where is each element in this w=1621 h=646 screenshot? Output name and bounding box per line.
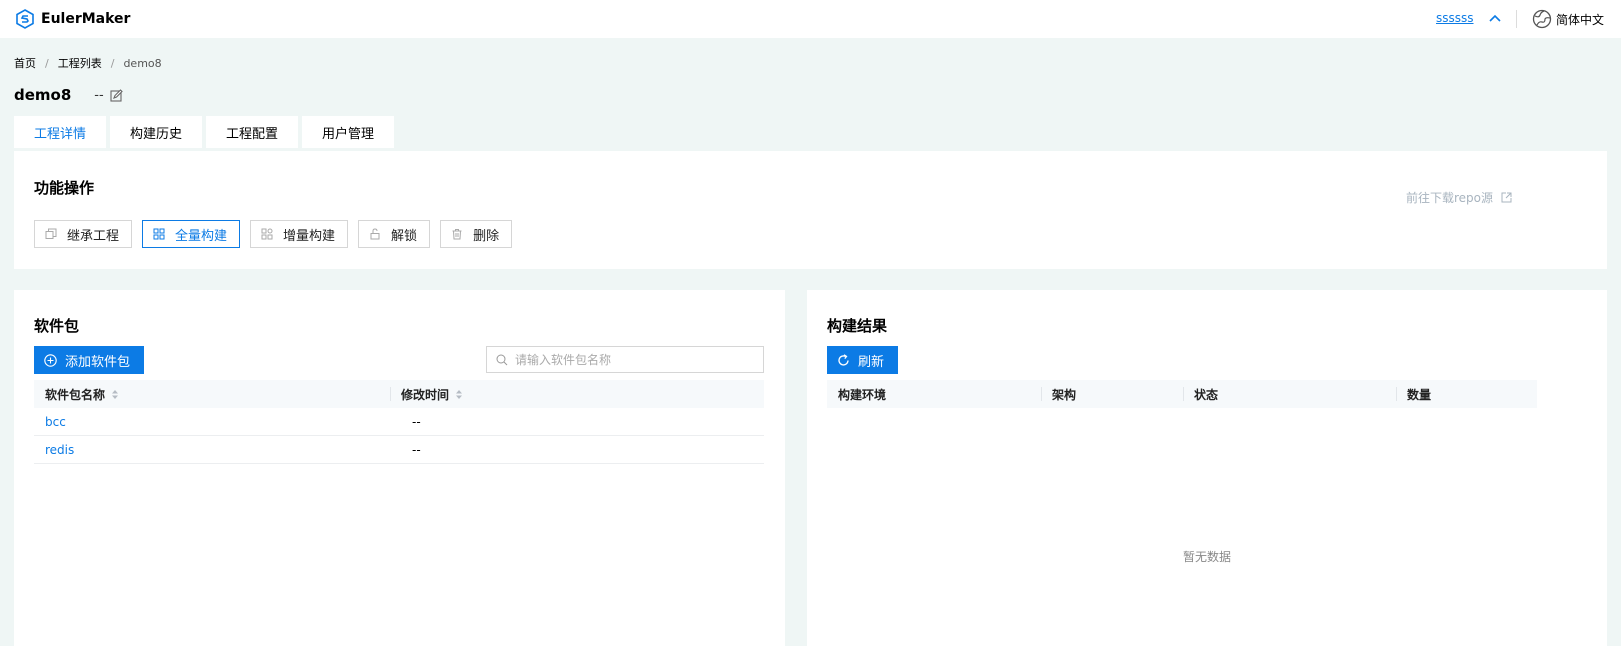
breadcrumb-home[interactable]: 首页	[14, 55, 36, 71]
sort-icon[interactable]	[111, 389, 119, 400]
package-modified-time: --	[412, 414, 421, 429]
column-modified-time-label: 修改时间	[401, 387, 450, 402]
refresh-label: 刷新	[858, 354, 885, 370]
full-build-button[interactable]: 全量构建	[142, 220, 241, 248]
inherit-project-label: 继承工程	[67, 228, 120, 244]
app-logo[interactable]: EulerMaker	[16, 9, 130, 29]
project-description: --	[94, 87, 104, 103]
chevron-up-icon[interactable]	[1488, 11, 1502, 25]
breadcrumb-project-list[interactable]: 工程列表	[58, 55, 102, 71]
app-name: EulerMaker	[41, 11, 131, 27]
build-results-table-header: 构建环境 架构 状态 数量	[827, 380, 1537, 408]
packages-table: 软件包名称 修改时间 bcc -- redis --	[34, 380, 764, 464]
header-divider	[1516, 10, 1517, 28]
tab-project-details[interactable]: 工程详情	[14, 116, 107, 148]
trash-icon	[452, 229, 462, 240]
column-package-name-label: 软件包名称	[45, 387, 106, 402]
function-panel-title: 功能操作	[34, 179, 95, 197]
column-build-env: 构建环境	[827, 380, 1041, 408]
refresh-button[interactable]: 刷新	[827, 346, 899, 374]
unlock-button[interactable]: 解锁	[358, 220, 431, 248]
build-results-panel: 构建结果 刷新 构建环境 架构 状态 数量 暂无数据	[807, 290, 1607, 646]
column-arch-label: 架构	[1052, 387, 1077, 402]
globe-icon	[1532, 9, 1552, 29]
external-link-icon	[1501, 192, 1512, 203]
table-row: bcc --	[34, 408, 764, 436]
package-search[interactable]	[486, 346, 764, 373]
language-switcher[interactable]: 简体中文	[1532, 9, 1604, 29]
tab-build-history[interactable]: 构建历史	[110, 116, 203, 148]
column-modified-time[interactable]: 修改时间	[390, 380, 764, 408]
package-modified-time: --	[412, 442, 421, 457]
column-arch: 架构	[1041, 380, 1183, 408]
sort-icon[interactable]	[455, 389, 463, 400]
delete-button[interactable]: 删除	[440, 220, 513, 248]
unlock-label: 解锁	[391, 228, 418, 244]
apps-icon	[261, 228, 273, 240]
column-status-label: 状态	[1194, 387, 1219, 402]
search-icon	[496, 354, 508, 365]
column-build-env-label: 构建环境	[838, 387, 887, 402]
breadcrumb-current: demo8	[123, 56, 162, 70]
column-package-name[interactable]: 软件包名称	[34, 380, 390, 408]
user-name[interactable]: ssssss	[1436, 11, 1474, 25]
tab-user-management[interactable]: 用户管理	[302, 116, 395, 148]
eulermaker-logo-icon	[16, 9, 34, 29]
packages-table-header: 软件包名称 修改时间	[34, 380, 764, 408]
inherit-project-button[interactable]: 继承工程	[34, 220, 133, 248]
package-name-link[interactable]: bcc	[45, 415, 66, 429]
grid-icon	[153, 228, 165, 240]
column-status: 状态	[1183, 380, 1396, 408]
plus-circle-icon	[44, 353, 57, 367]
project-tabs: 工程详情 构建历史 工程配置 用户管理	[14, 116, 398, 148]
packages-panel: 软件包 添加软件包 软件包名称 修改时间	[14, 290, 785, 646]
package-name-link[interactable]: redis	[45, 443, 74, 457]
column-count-label: 数量	[1407, 387, 1432, 402]
copy-icon	[45, 228, 57, 239]
refresh-icon	[838, 353, 849, 366]
packages-panel-title: 软件包	[34, 317, 80, 335]
incremental-build-label: 增量构建	[283, 228, 336, 244]
delete-label: 删除	[473, 228, 500, 244]
download-repo-link[interactable]: 前往下载repo源	[1406, 189, 1512, 206]
download-repo-label[interactable]: 前往下载repo源	[1406, 189, 1493, 206]
operation-buttons: 继承工程 全量构建 增量构建 解锁 删除	[34, 220, 522, 248]
function-panel: 功能操作 前往下载repo源 继承工程 全量构建 增量构建 解锁 删除	[14, 151, 1607, 269]
column-count: 数量	[1396, 380, 1537, 408]
tab-project-config[interactable]: 工程配置	[206, 116, 299, 148]
unlock-icon	[370, 228, 380, 240]
build-results-table: 构建环境 架构 状态 数量	[827, 380, 1537, 408]
add-package-label: 添加软件包	[65, 354, 131, 370]
breadcrumb-separator: /	[45, 56, 49, 70]
package-search-input[interactable]	[515, 352, 755, 367]
build-results-title: 构建结果	[827, 317, 888, 335]
language-label[interactable]: 简体中文	[1556, 11, 1604, 28]
top-navbar: EulerMaker ssssss 简体中文	[0, 0, 1621, 38]
page-title: demo8	[14, 86, 72, 104]
full-build-label: 全量构建	[175, 228, 228, 244]
empty-state-text: 暂无数据	[1182, 550, 1231, 564]
add-package-button[interactable]: 添加软件包	[34, 346, 145, 374]
project-title-row: demo8 --	[14, 86, 123, 104]
edit-icon[interactable]	[110, 88, 123, 102]
incremental-build-button[interactable]: 增量构建	[250, 220, 349, 248]
breadcrumb-separator: /	[110, 56, 115, 70]
table-row: redis --	[34, 436, 764, 464]
user-menu[interactable]: ssssss	[1436, 11, 1502, 25]
breadcrumb: 首页 / 工程列表 / demo8	[14, 55, 162, 71]
